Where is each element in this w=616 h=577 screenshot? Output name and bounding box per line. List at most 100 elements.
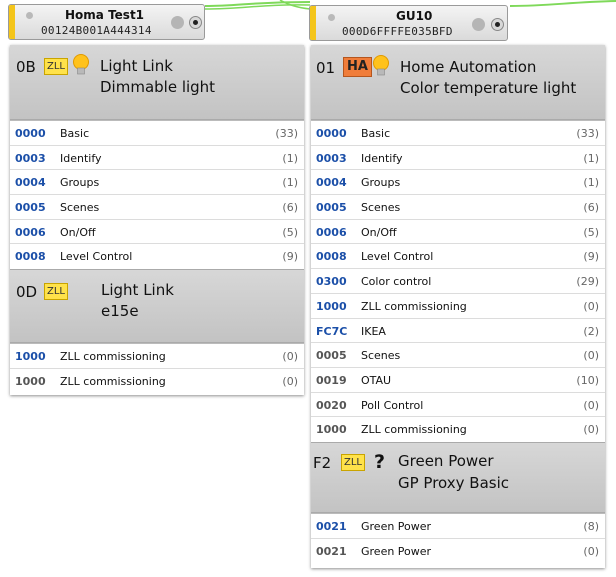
cluster-list: 0021 Green Power (8) 0021 Green Power (0) xyxy=(311,514,605,563)
cluster-id: 1000 xyxy=(316,299,347,313)
cluster-row[interactable]: 0003 Identify (1) xyxy=(10,146,304,171)
node-tag-gu10[interactable]: GU10 000D6FFFFE035BFD xyxy=(309,5,508,41)
cluster-name: Poll Control xyxy=(361,398,424,412)
cluster-attribute-count: (6) xyxy=(583,201,599,215)
cluster-row[interactable]: 0000 Basic (33) xyxy=(10,121,304,146)
cluster-name: Level Control xyxy=(361,250,434,264)
cluster-id: 0008 xyxy=(316,250,347,264)
cluster-attribute-count: (6) xyxy=(282,201,298,215)
cluster-name: Scenes xyxy=(60,201,100,215)
cluster-row[interactable]: 1000 ZLL commissioning (0) xyxy=(311,294,605,319)
endpoint-header[interactable]: F2 ZLL ? Green Power GP Proxy Basic xyxy=(311,441,605,513)
cluster-id: 1000 xyxy=(316,423,347,437)
cluster-list: 0000 Basic (33) 0003 Identify (1) 0004 Groups… xyxy=(311,121,605,442)
cluster-attribute-count: (0) xyxy=(583,299,599,313)
cluster-id: 0021 xyxy=(316,519,347,533)
cluster-id: 0004 xyxy=(15,176,46,190)
cluster-name: Basic xyxy=(60,127,90,140)
cluster-name: Green Power xyxy=(361,544,432,558)
cluster-row[interactable]: 1000 ZLL commissioning (0) xyxy=(10,369,304,394)
cluster-id: 1000 xyxy=(15,350,46,364)
cluster-id: 0006 xyxy=(15,225,46,239)
node-address: 00124B001A444314 xyxy=(41,24,152,37)
node-connector-icon[interactable] xyxy=(491,18,504,31)
cluster-row[interactable]: 1000 ZLL commissioning (0) xyxy=(10,344,304,369)
endpoint-header[interactable]: 0B ZLL Light Link Dimmable light xyxy=(10,45,304,120)
cluster-id: FC7C xyxy=(316,324,348,338)
endpoint-header[interactable]: 01 HA Home Automation Color temperature … xyxy=(311,45,605,120)
node-status-strip xyxy=(310,6,316,40)
cluster-list: 1000 ZLL commissioning (0) 1000 ZLL commiss… xyxy=(10,344,304,393)
cluster-row[interactable]: 0004 Groups (1) xyxy=(10,170,304,196)
cluster-attribute-count: (1) xyxy=(282,176,298,190)
cluster-name: Scenes xyxy=(361,349,401,363)
lightbulb-icon xyxy=(73,54,89,75)
cluster-id: 0003 xyxy=(316,151,347,165)
cluster-name: On/Off xyxy=(60,225,96,239)
zll-profile-badge: ZLL xyxy=(341,453,365,471)
cluster-attribute-count: (0) xyxy=(583,398,599,412)
cluster-attribute-count: (5) xyxy=(282,225,298,239)
cluster-row[interactable]: FC7C IKEA (2) xyxy=(311,319,605,344)
endpoint-id: 01 xyxy=(316,59,336,77)
cluster-attribute-count: (5) xyxy=(583,225,599,239)
node-name: Homa Test1 xyxy=(65,8,145,22)
cluster-attribute-count: (9) xyxy=(282,250,298,264)
cluster-name: Identify xyxy=(361,151,403,165)
node-port-icon[interactable] xyxy=(472,18,485,31)
cluster-name: Green Power xyxy=(361,519,432,533)
cluster-row[interactable]: 0005 Scenes (6) xyxy=(10,195,304,220)
cluster-row[interactable]: 0005 Scenes (0) xyxy=(311,343,605,368)
cluster-attribute-count: (10) xyxy=(576,373,599,387)
endpoint-device-title: e15e xyxy=(101,302,139,321)
endpoint-id: 0B xyxy=(16,58,36,76)
cluster-id: 0005 xyxy=(316,349,347,363)
cluster-row[interactable]: 0021 Green Power (0) xyxy=(311,539,605,564)
cluster-name: ZLL commissioning xyxy=(60,350,166,364)
cluster-name: Scenes xyxy=(361,201,401,215)
cluster-name: Basic xyxy=(361,127,391,140)
cluster-attribute-count: (33) xyxy=(275,127,298,140)
cluster-id: 0006 xyxy=(316,225,347,239)
cluster-attribute-count: (0) xyxy=(583,349,599,363)
cluster-row[interactable]: 0006 On/Off (5) xyxy=(311,220,605,245)
node-connector-icon[interactable] xyxy=(189,16,202,29)
cluster-id: 0003 xyxy=(15,151,46,165)
cluster-row[interactable]: 0003 Identify (1) xyxy=(311,146,605,171)
node-tag-homa-test1[interactable]: Homa Test1 00124B001A444314 xyxy=(8,4,205,40)
cluster-id: 0004 xyxy=(316,176,347,190)
cluster-attribute-count: (1) xyxy=(282,151,298,165)
cluster-id: 0000 xyxy=(316,127,347,140)
cluster-attribute-count: (33) xyxy=(576,127,599,140)
cluster-attribute-count: (0) xyxy=(583,544,599,558)
cluster-row[interactable]: 0020 Poll Control (0) xyxy=(311,393,605,418)
cluster-row[interactable]: 0004 Groups (1) xyxy=(311,170,605,196)
cluster-row[interactable]: 0000 Basic (33) xyxy=(311,121,605,146)
endpoint-profile-title: Green Power xyxy=(398,451,494,470)
node-status-strip xyxy=(9,5,15,39)
zll-profile-badge: ZLL xyxy=(44,58,68,75)
node-indicator-icon xyxy=(328,14,335,21)
cluster-row[interactable]: 0008 Level Control (9) xyxy=(311,244,605,270)
cluster-id: 0020 xyxy=(316,398,347,412)
cluster-id: 0019 xyxy=(316,373,347,387)
node-port-icon[interactable] xyxy=(171,16,184,29)
cluster-list: 0000 Basic (33) 0003 Identify (1) 0004 Groups… xyxy=(10,121,304,269)
endpoint-header[interactable]: 0D ZLL Light Link e15e xyxy=(10,269,304,344)
cluster-row[interactable]: 0008 Level Control (9) xyxy=(10,244,304,269)
cluster-attribute-count: (0) xyxy=(282,374,298,388)
cluster-row[interactable]: 0005 Scenes (6) xyxy=(311,195,605,220)
cluster-row[interactable]: 0021 Green Power (8) xyxy=(311,514,605,539)
cluster-row[interactable]: 0019 OTAU (10) xyxy=(311,368,605,393)
cluster-row[interactable]: 0300 Color control (29) xyxy=(311,269,605,294)
zll-profile-badge: ZLL xyxy=(44,283,68,301)
cluster-row[interactable]: 1000 ZLL commissioning (0) xyxy=(311,417,605,442)
cluster-name: Groups xyxy=(60,176,100,190)
question-mark-icon: ? xyxy=(374,450,386,473)
cluster-id: 0005 xyxy=(316,201,347,215)
cluster-id: 0300 xyxy=(316,275,347,289)
endpoint-id: 0D xyxy=(16,283,38,302)
endpoint-device-title: GP Proxy Basic xyxy=(398,473,510,492)
endpoint-device-title: Dimmable light xyxy=(100,78,216,96)
cluster-row[interactable]: 0006 On/Off (5) xyxy=(10,220,304,245)
